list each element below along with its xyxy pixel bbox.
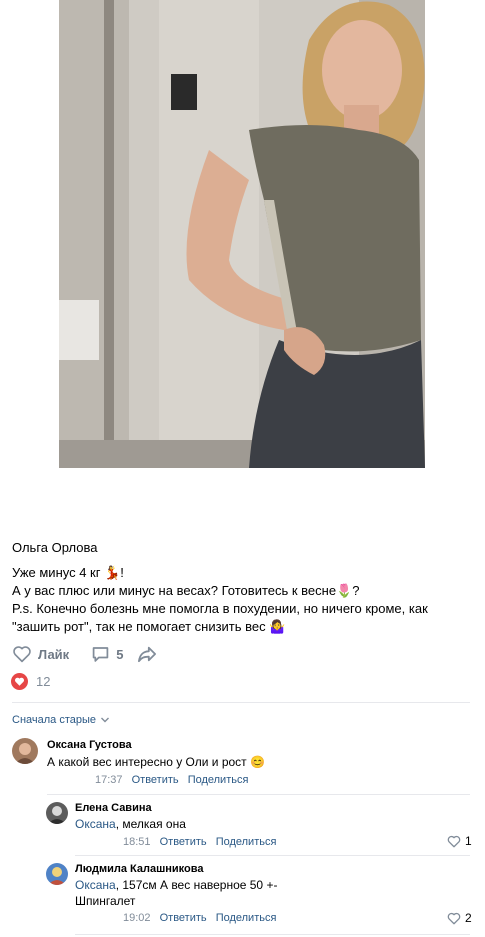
post-text-line: P.s. Конечно болезнь мне помогла в похуд… bbox=[12, 601, 428, 616]
reply-meta: 19:02 Ответить Поделиться bbox=[123, 912, 276, 924]
reply-text: Оксана, мелкая она bbox=[75, 816, 186, 832]
comment-icon bbox=[92, 647, 109, 662]
divider bbox=[47, 794, 470, 795]
comments-count: 5 bbox=[116, 646, 124, 662]
sort-label: Сначала старые bbox=[12, 714, 97, 726]
comment-like-count: 1 bbox=[465, 834, 472, 848]
heart-outline-icon bbox=[447, 835, 461, 847]
reply-author[interactable]: Людмила Калашникова bbox=[75, 863, 203, 875]
comment-meta: 17:37 Ответить Поделиться bbox=[95, 774, 248, 786]
reply-button[interactable]: Ответить bbox=[160, 836, 207, 848]
avatar[interactable] bbox=[46, 802, 68, 824]
reply: Елена Савина Оксана, мелкая она 18:51 От… bbox=[0, 796, 485, 856]
post-photo[interactable] bbox=[59, 0, 425, 468]
likes-summary[interactable]: 12 bbox=[11, 673, 50, 690]
mention-link[interactable]: Оксана bbox=[75, 878, 116, 892]
reply-text-body: , 157см А вес наверное 50 +- bbox=[115, 878, 278, 892]
comment-button[interactable]: 5 bbox=[91, 645, 123, 663]
reply-text-line2: Шпингалет bbox=[75, 894, 136, 908]
comment-text: А какой вес интересно у Оли и рост 😊 bbox=[47, 755, 265, 769]
mention-link[interactable]: Оксана bbox=[75, 817, 116, 831]
reply-text-body: , мелкая она bbox=[115, 817, 186, 831]
reply-meta: 18:51 Ответить Поделиться bbox=[123, 836, 276, 848]
comment-like-count: 2 bbox=[465, 911, 472, 925]
divider bbox=[75, 934, 470, 935]
reply-author[interactable]: Елена Савина bbox=[75, 802, 152, 814]
comment-like-button[interactable]: 2 bbox=[447, 911, 472, 925]
comment-time[interactable]: 17:37 bbox=[95, 774, 123, 786]
post-text-line: "зашить рот", так не помогает снизить ве… bbox=[12, 619, 286, 634]
reply-time[interactable]: 19:02 bbox=[123, 912, 151, 924]
sort-dropdown[interactable]: Сначала старые bbox=[12, 714, 110, 726]
heart-outline-icon bbox=[13, 646, 31, 663]
reply-button[interactable]: Ответить bbox=[132, 774, 179, 786]
divider bbox=[12, 702, 470, 703]
reply-button[interactable]: Ответить bbox=[160, 912, 207, 924]
share-icon bbox=[138, 646, 157, 663]
avatar[interactable] bbox=[12, 738, 38, 764]
chevron-down-icon bbox=[101, 717, 110, 723]
comment-author[interactable]: Оксана Густова bbox=[47, 739, 132, 751]
heart-filled-icon bbox=[11, 673, 28, 690]
share-button[interactable] bbox=[137, 645, 157, 663]
share-comment-button[interactable]: Поделиться bbox=[216, 836, 277, 848]
divider bbox=[75, 855, 470, 856]
post-text: Уже минус 4 кг 💃! А у вас плюс или минус… bbox=[12, 564, 472, 636]
avatar[interactable] bbox=[46, 863, 68, 885]
post-actions: Лайк 5 bbox=[12, 643, 157, 665]
reply-time[interactable]: 18:51 bbox=[123, 836, 151, 848]
post-author[interactable]: Ольга Орлова bbox=[12, 540, 97, 555]
share-comment-button[interactable]: Поделиться bbox=[188, 774, 249, 786]
likes-total: 12 bbox=[36, 674, 51, 689]
reply: Людмила Калашникова Оксана, 157см А вес … bbox=[0, 857, 485, 932]
heart-outline-icon bbox=[447, 912, 461, 924]
comment: Оксана Густова А какой вес интересно у О… bbox=[0, 733, 485, 793]
post-text-line: А у вас плюс или минус на весах? Готовит… bbox=[12, 583, 360, 598]
like-label: Лайк bbox=[38, 646, 70, 662]
reply-text: Оксана, 157см А вес наверное 50 +- Шпинг… bbox=[75, 877, 277, 909]
like-button[interactable]: Лайк bbox=[12, 645, 69, 663]
comment-like-button[interactable]: 1 bbox=[447, 834, 472, 848]
post-text-line: Уже минус 4 кг 💃! bbox=[12, 565, 124, 580]
share-comment-button[interactable]: Поделиться bbox=[216, 912, 277, 924]
